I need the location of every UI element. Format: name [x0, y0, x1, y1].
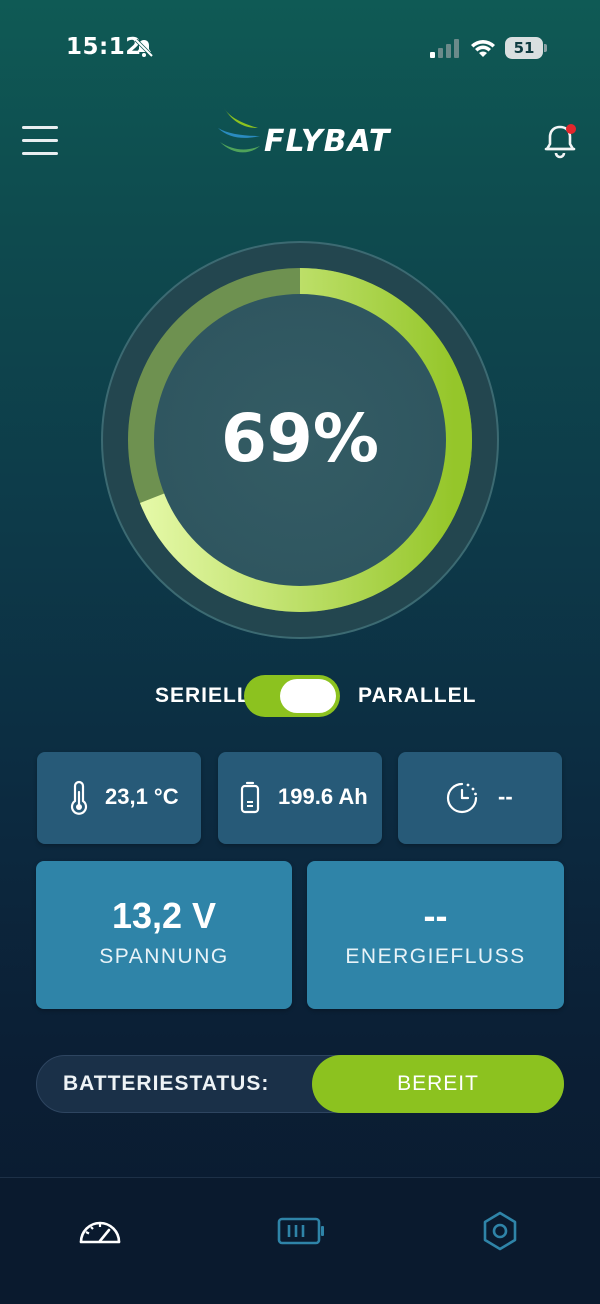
temperature-card: 23,1 °C — [37, 752, 201, 844]
status-time: 15:12 — [66, 34, 142, 60]
menu-button[interactable] — [22, 124, 60, 156]
mode-switch-row: SERIELL PARALLEL — [0, 674, 600, 718]
hamburger-line — [22, 139, 58, 142]
battery-level: 51 — [505, 37, 543, 59]
timer-icon — [446, 782, 478, 814]
battery-indicator: 51 — [505, 37, 547, 59]
hexagon-nut-icon — [483, 1211, 517, 1251]
battery-status-value: BEREIT — [312, 1055, 564, 1113]
battery-status-label: BATTERIESTATUS: — [63, 1072, 270, 1095]
battery-icon — [277, 1217, 324, 1245]
bell-muted-icon — [134, 38, 154, 58]
tab-battery[interactable] — [277, 1208, 324, 1254]
hamburger-menu-icon — [22, 126, 58, 129]
charge-percent: 69% — [221, 400, 379, 477]
voltage-label: SPANNUNG — [99, 945, 229, 968]
flybat-logo: FLYBAT — [216, 106, 396, 162]
status-bar: 15:12 51 — [0, 0, 600, 95]
tab-settings[interactable] — [477, 1208, 523, 1254]
signal-icon — [430, 39, 459, 58]
mode-label-seriell: SERIELL — [155, 684, 251, 707]
charge-gauge: 69% — [100, 240, 500, 640]
voltage-card: 13,2 V SPANNUNG — [36, 861, 292, 1009]
capacity-card: 199.6 Ah — [218, 752, 382, 844]
time-remaining-value: -- — [498, 784, 513, 809]
temperature-value: 23,1 °C — [105, 784, 179, 809]
hamburger-line — [22, 152, 58, 155]
toggle-knob — [280, 679, 336, 713]
bottom-tab-bar — [0, 1177, 600, 1304]
tab-dashboard[interactable] — [77, 1208, 123, 1254]
time-remaining-card: -- — [398, 752, 562, 844]
notification-dot — [566, 124, 576, 134]
battery-status-bar: BATTERIESTATUS: BEREIT — [36, 1055, 564, 1113]
capacity-value: 199.6 Ah — [278, 784, 368, 809]
thermometer-icon — [70, 780, 88, 815]
notification-button[interactable] — [540, 120, 582, 162]
logo-text: FLYBAT — [264, 124, 391, 159]
energy-flow-value: -- — [423, 895, 448, 936]
bell-icon — [544, 124, 576, 159]
speedometer-icon — [79, 1221, 121, 1244]
mode-label-parallel: PARALLEL — [358, 684, 477, 707]
battery-cell-icon — [240, 781, 260, 814]
energy-flow-card: -- ENERGIEFLUSS — [307, 861, 564, 1009]
battery-tip — [544, 44, 547, 52]
wifi-icon — [471, 40, 495, 57]
mode-toggle[interactable] — [244, 675, 340, 717]
voltage-value: 13,2 V — [111, 895, 217, 936]
energy-flow-label: ENERGIEFLUSS — [345, 945, 526, 968]
